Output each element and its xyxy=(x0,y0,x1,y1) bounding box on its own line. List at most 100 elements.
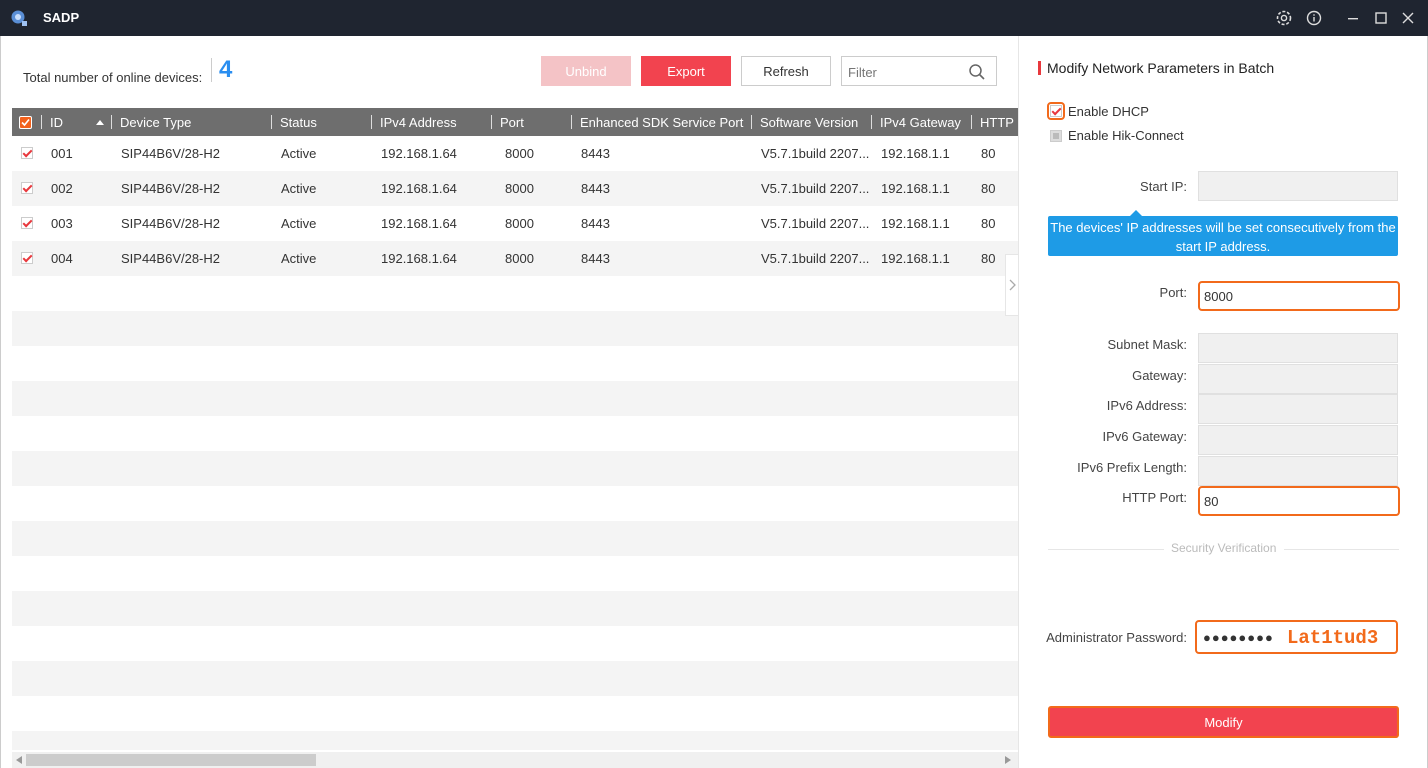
ipv6-prefix-length-field xyxy=(1198,456,1398,486)
cell-status: Active xyxy=(281,216,317,231)
scroll-left-icon[interactable] xyxy=(16,756,22,764)
scrollbar-thumb[interactable] xyxy=(26,754,316,766)
col-header-software-version[interactable]: Software Version xyxy=(760,115,858,130)
row-checkbox[interactable] xyxy=(21,182,33,194)
column-divider xyxy=(971,115,972,129)
unbind-button[interactable]: Unbind xyxy=(541,56,631,86)
settings-gear-icon[interactable] xyxy=(1274,8,1294,28)
table-header: ID Device Type Status IPv4 Address Port … xyxy=(12,108,1019,136)
search-icon[interactable] xyxy=(968,63,986,81)
export-button[interactable]: Export xyxy=(641,56,731,86)
column-divider xyxy=(571,115,572,129)
scroll-right-icon[interactable] xyxy=(1005,756,1011,764)
table-row[interactable]: 004 SIP44B6V/28-H2 Active 192.168.1.64 8… xyxy=(12,241,1019,276)
column-divider xyxy=(41,115,42,129)
enable-dhcp-label: Enable DHCP xyxy=(1068,104,1149,119)
col-header-http-port[interactable]: HTTP Port xyxy=(980,115,1019,130)
refresh-button[interactable]: Refresh xyxy=(741,56,831,86)
port-input[interactable] xyxy=(1198,281,1400,311)
table-row[interactable]: 002 SIP44B6V/28-H2 Active 192.168.1.64 8… xyxy=(12,171,1019,206)
http-port-label: HTTP Port: xyxy=(1122,490,1187,505)
cell-software-version: V5.7.1build 2207... xyxy=(761,181,870,196)
info-icon[interactable] xyxy=(1304,8,1324,28)
title-bar: SADP xyxy=(0,0,1428,36)
admin-password-input[interactable]: ●●●●●●●● Lat1tud3 xyxy=(1195,620,1398,654)
cell-sdk-port: 8443 xyxy=(581,216,610,231)
security-verification-label: Security Verification xyxy=(1167,541,1281,555)
modify-button[interactable]: Modify xyxy=(1048,706,1399,738)
col-header-device-type[interactable]: Device Type xyxy=(120,115,191,130)
panel-title-marker xyxy=(1038,61,1041,75)
column-divider xyxy=(371,115,372,129)
start-ip-label: Start IP: xyxy=(1140,179,1187,194)
column-divider xyxy=(111,115,112,129)
empty-row xyxy=(12,591,1019,626)
cell-ipv4-gateway: 192.168.1.1 xyxy=(881,251,950,266)
cell-http-port: 80 xyxy=(981,181,996,196)
row-checkbox[interactable] xyxy=(21,217,33,229)
table-row[interactable]: 003 SIP44B6V/28-H2 Active 192.168.1.64 8… xyxy=(12,206,1019,241)
cell-status: Active xyxy=(281,251,317,266)
cell-device-type: SIP44B6V/28-H2 xyxy=(121,251,221,266)
empty-row xyxy=(12,346,1019,381)
maximize-icon[interactable] xyxy=(1371,8,1391,28)
gateway-field xyxy=(1198,364,1398,394)
device-table-body: 001 SIP44B6V/28-H2 Active 192.168.1.64 8… xyxy=(12,136,1019,750)
row-checkbox[interactable] xyxy=(21,252,33,264)
ipv6-gateway-label: IPv6 Gateway: xyxy=(1102,429,1187,444)
gateway-label: Gateway: xyxy=(1132,368,1187,383)
http-port-input[interactable] xyxy=(1198,486,1400,516)
cell-ipv4: 192.168.1.64 xyxy=(381,251,457,266)
table-row[interactable]: 001 SIP44B6V/28-H2 Active 192.168.1.64 8… xyxy=(12,136,1019,171)
ipv6-gateway-field xyxy=(1198,425,1398,455)
col-header-port[interactable]: Port xyxy=(500,115,524,130)
row-checkbox[interactable] xyxy=(21,147,33,159)
enable-hik-connect-checkbox[interactable] xyxy=(1050,130,1062,142)
ipv6-address-label: IPv6 Address: xyxy=(1106,398,1187,413)
cell-port: 8000 xyxy=(505,251,534,266)
cell-device-type: SIP44B6V/28-H2 xyxy=(121,181,221,196)
empty-row xyxy=(12,696,1019,731)
security-divider-left xyxy=(1048,549,1164,550)
col-header-ipv4-gateway[interactable]: IPv4 Gateway xyxy=(880,115,961,130)
sort-asc-icon[interactable] xyxy=(96,119,104,125)
column-divider xyxy=(751,115,752,129)
cell-ipv4: 192.168.1.64 xyxy=(381,146,457,161)
select-all-checkbox[interactable] xyxy=(19,116,32,129)
cell-ipv4-gateway: 192.168.1.1 xyxy=(881,146,950,161)
cell-id: 003 xyxy=(51,216,73,231)
filter-box xyxy=(841,56,997,86)
empty-row xyxy=(12,381,1019,416)
minimize-icon[interactable] xyxy=(1343,8,1363,28)
cell-status: Active xyxy=(281,181,317,196)
col-header-sdk-port[interactable]: Enhanced SDK Service Port xyxy=(580,115,743,130)
admin-password-label: Administrator Password: xyxy=(1046,630,1187,645)
col-header-status[interactable]: Status xyxy=(280,115,317,130)
security-divider-right xyxy=(1284,549,1399,550)
cell-id: 002 xyxy=(51,181,73,196)
start-ip-tooltip: The devices' IP addresses will be set co… xyxy=(1048,210,1398,256)
enable-dhcp-checkbox[interactable] xyxy=(1050,105,1062,117)
close-icon[interactable] xyxy=(1398,8,1418,28)
empty-row xyxy=(12,521,1019,556)
cell-ipv4-gateway: 192.168.1.1 xyxy=(881,181,950,196)
port-label: Port: xyxy=(1159,285,1187,300)
col-header-id[interactable]: ID xyxy=(50,115,63,130)
horizontal-scrollbar[interactable] xyxy=(12,752,1019,768)
cell-software-version: V5.7.1build 2207... xyxy=(761,251,870,266)
empty-row xyxy=(12,556,1019,591)
chevron-right-icon xyxy=(1009,279,1016,291)
cell-software-version: V5.7.1build 2207... xyxy=(761,146,870,161)
col-header-ipv4[interactable]: IPv4 Address xyxy=(380,115,457,130)
ipv6-prefix-length-label: IPv6 Prefix Length: xyxy=(1077,460,1187,475)
filter-input[interactable] xyxy=(848,63,958,81)
cell-port: 8000 xyxy=(505,146,534,161)
online-devices-label: Total number of online devices: xyxy=(23,70,203,85)
enable-hik-connect-label: Enable Hik-Connect xyxy=(1068,128,1184,143)
collapse-panel-toggle[interactable] xyxy=(1005,254,1019,316)
count-divider xyxy=(211,58,212,82)
empty-row xyxy=(12,276,1019,311)
cell-port: 8000 xyxy=(505,181,534,196)
cell-http-port: 80 xyxy=(981,251,996,266)
window-title: SADP xyxy=(43,10,80,25)
